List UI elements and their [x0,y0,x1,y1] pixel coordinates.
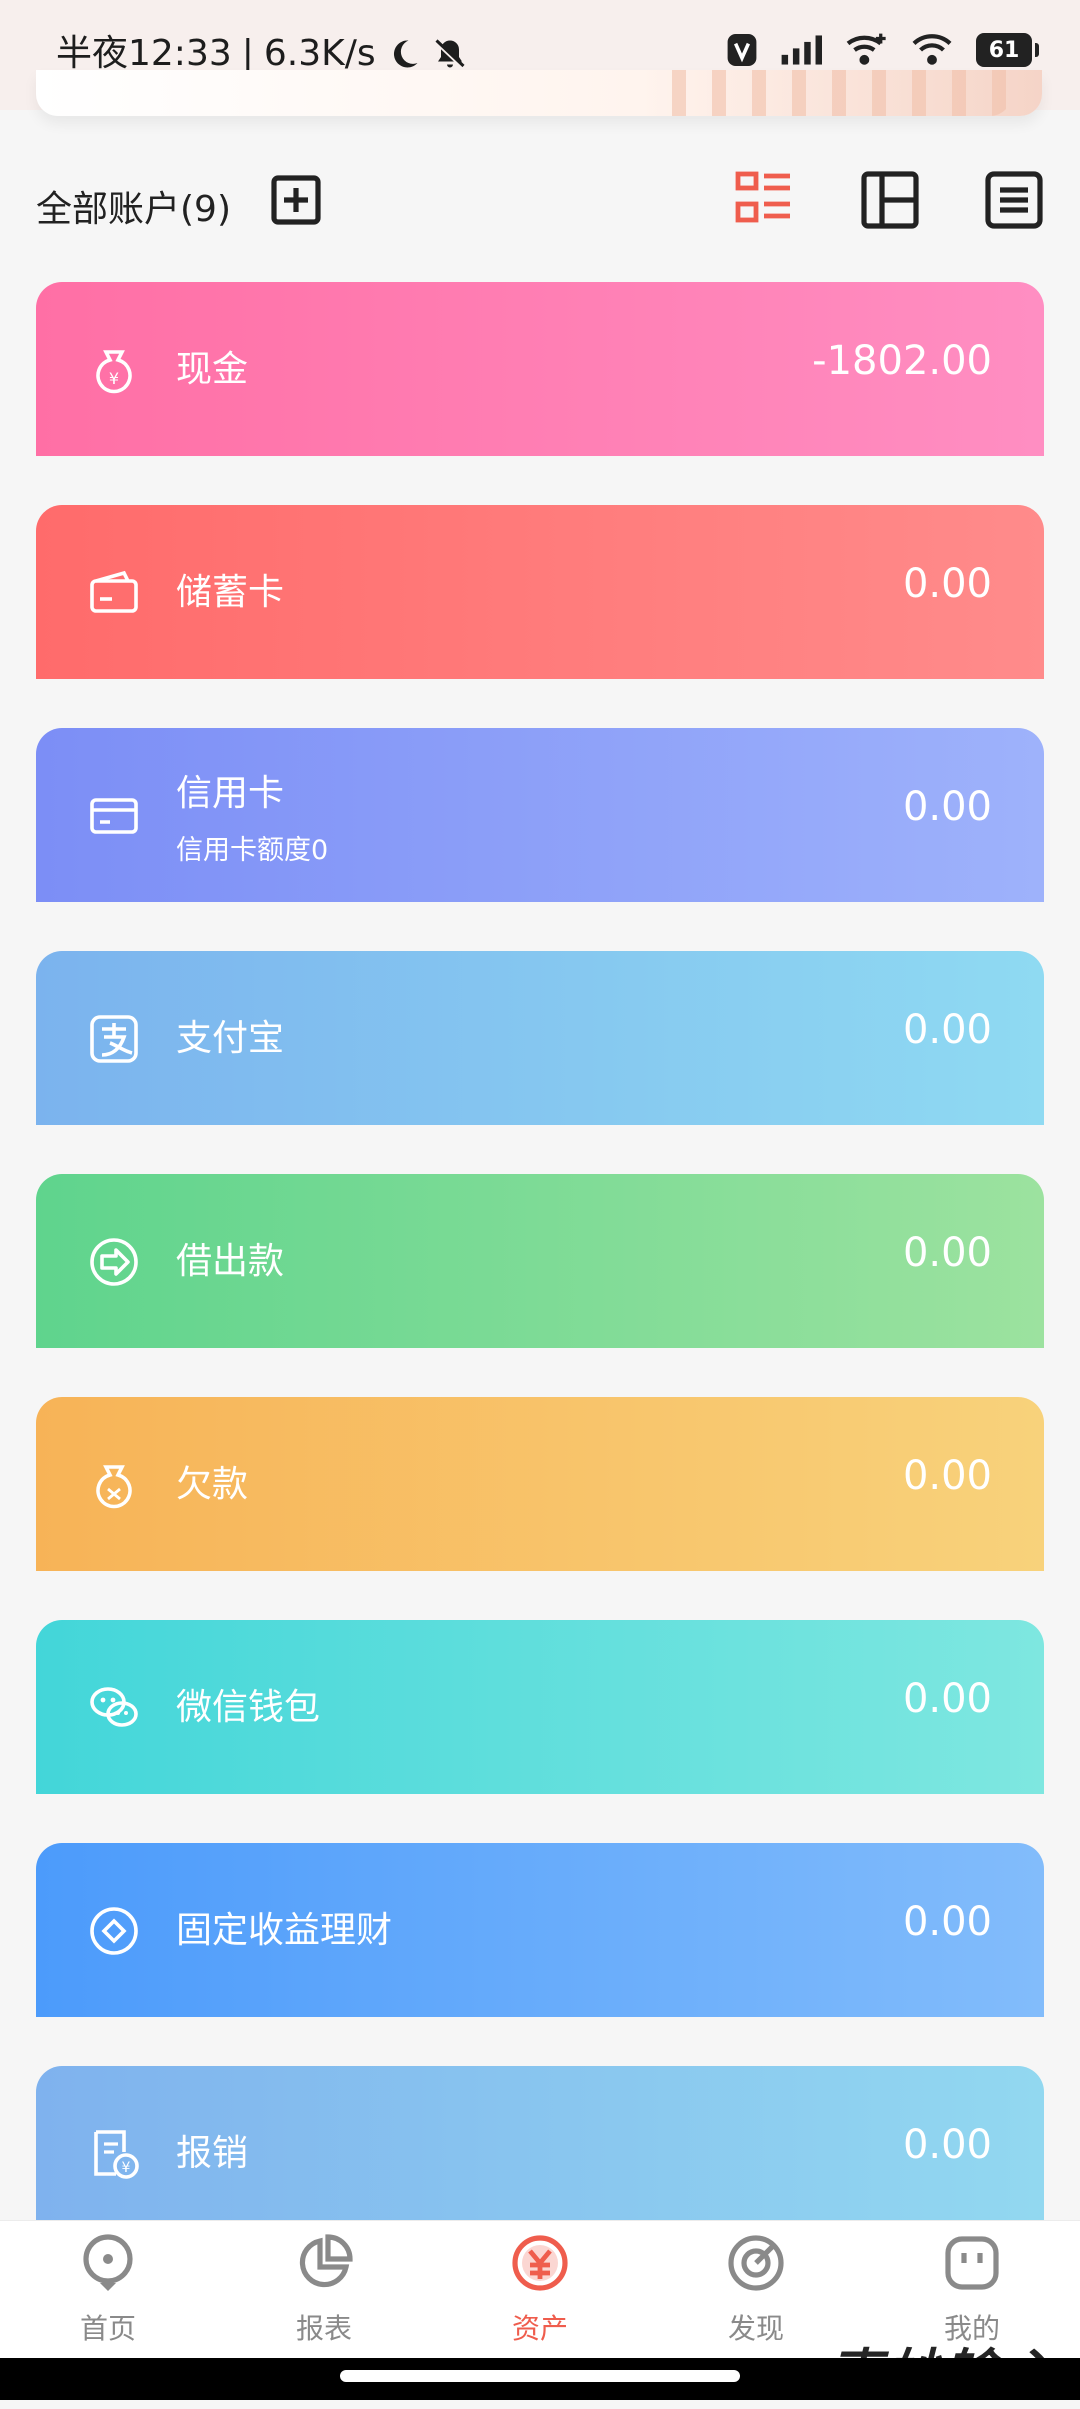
account-name: 欠款 [176,1464,249,1505]
account-name: 微信钱包 [176,1687,321,1728]
grid-view-icon[interactable] [860,170,920,230]
account-card-credit[interactable]: 信用卡 信用卡额度0 0.00 [36,728,1044,902]
account-amount: 0.00 [902,2122,992,2168]
money-bag-yen-icon: ¥ [96,350,132,394]
tab-label: 资产 [511,2312,568,2345]
credit-limit: 信用卡额度0 [176,835,329,866]
yen-coin-icon [512,2235,568,2291]
credit-card-icon [90,798,138,834]
profile-icon [945,2236,999,2290]
home-pin-icon [83,2234,133,2291]
discover-icon [728,2235,784,2291]
account-card-lend[interactable]: 借出款 0.00 [36,1174,1044,1348]
account-card-reimbursement[interactable]: ¥ 报销 0.00 [36,2066,1044,2240]
account-amount: 0.00 [902,784,992,830]
card-view-icon[interactable] [734,170,794,230]
lend-arrow-icon [90,1238,138,1286]
tab-label: 首页 [79,2312,136,2345]
moon-icon [393,40,418,68]
tab-label: 报表 [295,2312,352,2345]
accounts-title: 全部账户(9) [36,189,231,230]
account-name: 借出款 [176,1241,285,1282]
coin-diamond-icon [90,1907,138,1955]
vpn-icon [727,34,757,66]
alipay-icon [90,1015,138,1063]
account-amount: -1802.00 [812,338,992,384]
wifi-plus-icon [846,33,886,65]
tab-reports[interactable]: 报表 [216,2221,432,2361]
add-account-button[interactable] [270,174,322,226]
account-card-fixed-income[interactable]: 固定收益理财 0.00 [36,1843,1044,2017]
pie-chart-icon [299,2234,353,2288]
summary-card-decoration [672,70,1012,116]
account-name: 支付宝 [176,1018,285,1059]
bell-off-icon [434,39,465,70]
account-name: 报销 [176,2133,249,2174]
watermark-text: 索妙输心 [828,2343,1060,2406]
account-amount: 0.00 [902,1453,992,1499]
account-card-cash[interactable]: ¥ 现金 -1802.00 [36,282,1044,456]
home-indicator[interactable] [340,2370,740,2382]
reimbursement-icon: ¥ [94,2130,139,2179]
account-name: 信用卡 [176,773,285,814]
account-name: 储蓄卡 [176,572,285,613]
account-list: ¥ 现金 -1802.00 储蓄卡 0.00 信用卡 信用卡额度0 0.00 支… [36,282,1044,2289]
wechat-icon [90,1687,138,1727]
tab-home[interactable]: 首页 [0,2221,216,2361]
account-amount: 0.00 [902,1007,992,1053]
wallet-icon [90,570,138,613]
debt-bag-icon [96,1465,132,1509]
account-name: 现金 [176,349,249,390]
wifi-icon [912,34,952,65]
signal-icon [781,35,822,65]
account-card-savings[interactable]: 储蓄卡 0.00 [36,505,1044,679]
tab-assets[interactable]: 资产 [432,2221,648,2361]
summary-card-edge [36,70,1042,116]
svg-text:¥: ¥ [122,2160,131,2176]
account-name: 固定收益理财 [176,1910,393,1951]
account-amount: 0.00 [902,1676,992,1722]
svg-text:¥: ¥ [109,369,119,388]
account-card-debt[interactable]: 欠款 0.00 [36,1397,1044,1571]
battery-indicator: 61 [976,33,1039,67]
account-amount: 0.00 [902,561,992,607]
account-amount: 0.00 [902,1230,992,1276]
account-card-alipay[interactable]: 支付宝 0.00 [36,951,1044,1125]
list-view-icon[interactable] [984,170,1044,230]
account-card-wechat[interactable]: 微信钱包 0.00 [36,1620,1044,1794]
accounts-header: 全部账户(9) [36,170,1044,240]
account-amount: 0.00 [902,1899,992,1945]
status-right: 61 [726,32,1039,68]
